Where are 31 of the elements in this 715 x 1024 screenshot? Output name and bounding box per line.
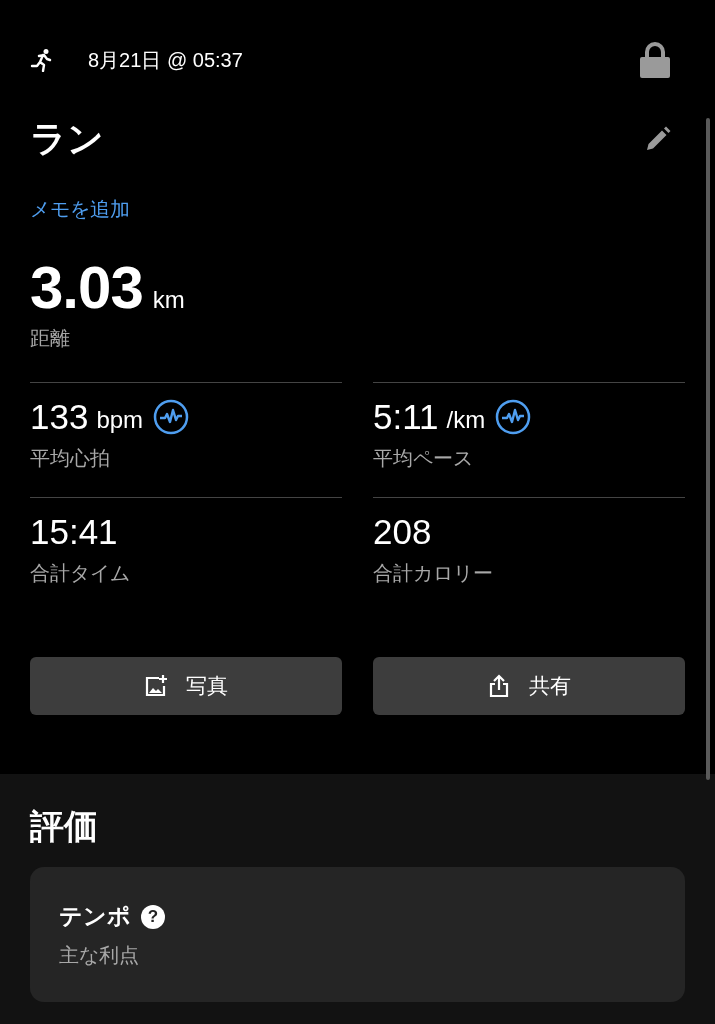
section-heading: 評価 — [30, 806, 99, 847]
evaluation-card[interactable]: テンポ ? 主な利点 — [30, 867, 685, 1002]
running-figure-icon — [30, 48, 54, 72]
lock-icon[interactable] — [639, 42, 671, 78]
distance-label: 距離 — [30, 326, 71, 351]
metric-unit: bpm — [96, 406, 144, 434]
metric-label: 平均ペース — [373, 446, 474, 471]
metric-value: 208 — [373, 512, 432, 552]
heartbeat-chart-icon[interactable] — [495, 399, 532, 435]
help-icon[interactable]: ? — [141, 904, 165, 929]
distance-unit: km — [152, 286, 185, 314]
share-icon — [487, 674, 511, 698]
metric-label: 合計タイム — [30, 561, 131, 586]
metric-value: 15:41 — [30, 512, 118, 552]
metric-label: 平均心拍 — [30, 446, 111, 471]
metric-value: 5:11 — [373, 397, 439, 437]
heartbeat-chart-icon[interactable] — [153, 399, 190, 435]
photo-button[interactable]: 写真 — [30, 657, 342, 715]
distance-value: 3.03 — [30, 253, 143, 322]
card-subtitle: 主な利点 — [59, 943, 140, 968]
metric-label: 合計カロリー — [373, 561, 494, 586]
metric-value: 133 — [30, 397, 89, 437]
card-title: テンポ — [59, 902, 131, 931]
activity-date: 8月21日 @ 05:37 — [88, 47, 243, 73]
scroll-bar[interactable] — [706, 118, 710, 780]
metric-unit: /km — [446, 406, 486, 434]
add-photo-icon — [144, 674, 168, 698]
share-button[interactable]: 共有 — [373, 657, 685, 715]
pencil-icon[interactable] — [645, 126, 671, 152]
activity-title: ラン — [30, 116, 104, 161]
add-note-link[interactable]: メモを追加 — [30, 196, 130, 223]
